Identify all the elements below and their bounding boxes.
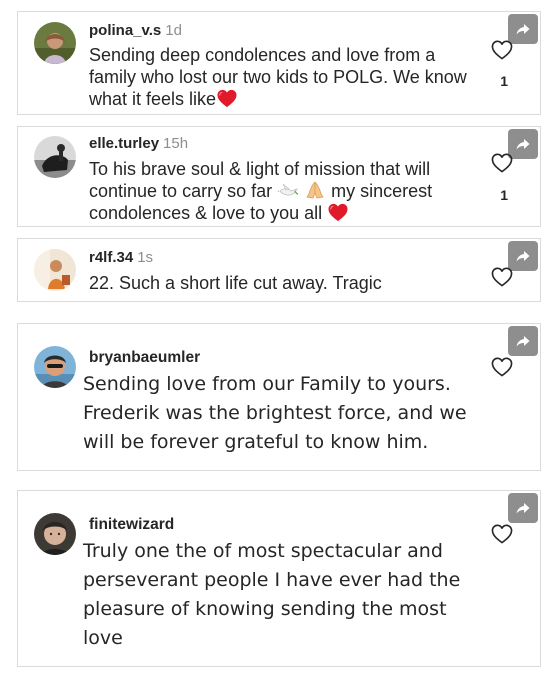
comment-body: Truly one the of most spectacular and pe… [83,540,461,649]
like-heart-icon[interactable] [491,153,513,173]
like-count: 1 [500,73,508,89]
red-heart-emoji [216,89,238,108]
avatar[interactable] [34,136,76,178]
like-heart-icon[interactable] [491,40,513,60]
like-count: 1 [500,187,508,203]
share-arrow-icon [515,248,531,264]
comment-timestamp: 1d [165,22,182,39]
username[interactable]: elle.turley [89,135,159,152]
like-heart-icon[interactable] [491,357,513,377]
comment-text: Sending deep condolences and love from a… [89,44,477,110]
comment-text: Truly one the of most spectacular and pe… [83,537,483,653]
comment-body: Sending deep condolences and love from a… [89,45,467,109]
avatar[interactable] [34,346,76,388]
comment-timestamp: 1s [137,249,154,266]
comment-author[interactable]: polina_v.s 1d [89,22,182,39]
like-heart-icon[interactable] [491,267,513,287]
comment-author[interactable]: elle.turley 15h [89,135,188,152]
share-arrow-icon [515,136,531,152]
comment-card: bryanbaeumler Sending love from our Fami… [17,323,541,471]
comment-body: Sending love from our Family to yours. F… [83,373,467,453]
like-heart-icon[interactable] [491,524,513,544]
username[interactable]: r4lf.34 [89,249,133,266]
comment-card: finitewizard Truly one the of most spect… [17,490,541,667]
comment-timestamp: 15h [163,135,189,152]
username[interactable]: polina_v.s [89,22,161,39]
red-heart-emoji [327,203,349,222]
comment-body: 22. Such a short life cut away. Tragic [89,273,382,293]
comment-author[interactable]: bryanbaeumler [89,349,200,367]
comment-card: elle.turley 15h To his brave soul & light… [17,126,541,227]
avatar[interactable] [34,22,76,64]
folded-hands-emoji [306,181,324,199]
share-arrow-icon [515,21,531,37]
comment-text: To his brave soul & light of mission tha… [89,158,477,224]
avatar[interactable] [34,513,76,555]
share-button[interactable] [508,326,538,356]
comment-text: 22. Such a short life cut away. Tragic [89,272,477,294]
dove-emoji [277,183,299,196]
comment-author[interactable]: finitewizard [89,516,174,534]
share-button[interactable] [508,493,538,523]
comment-text: Sending love from our Family to yours. F… [83,370,483,457]
share-arrow-icon [515,500,531,516]
comment-author[interactable]: r4lf.34 1s [89,249,153,266]
comment-card: r4lf.34 1s 22. Such a short life cut away… [17,238,541,302]
avatar[interactable] [34,249,76,291]
share-arrow-icon [515,333,531,349]
username[interactable]: finitewizard [89,516,174,533]
comment-card: polina_v.s 1d Sending deep condolences an… [17,11,541,115]
username[interactable]: bryanbaeumler [89,349,200,366]
